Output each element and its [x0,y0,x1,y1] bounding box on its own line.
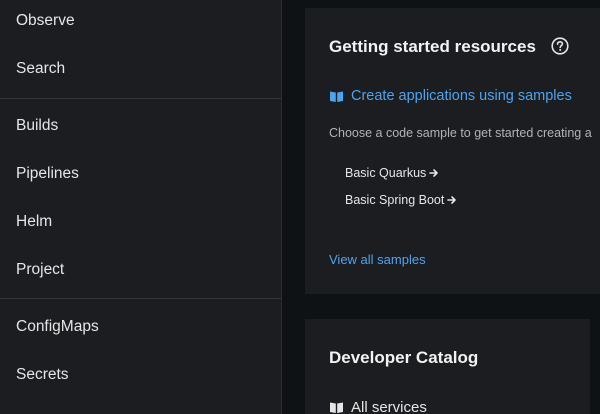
sidebar-item-observe[interactable]: Observe [16,12,75,30]
sample-link-basic-spring-boot[interactable]: Basic Spring Boot [345,193,457,207]
sample-label: Basic Spring Boot [345,193,445,207]
sidebar-item-helm[interactable]: Helm [16,213,52,231]
console-window: Observe Search Builds Pipelines Helm Pro… [0,0,600,414]
create-applications-label: Create applications using samples [351,88,572,104]
arrow-right-icon [447,196,457,204]
all-services-label: All services [351,399,427,414]
sidebar-divider [0,98,281,99]
create-applications-link[interactable]: Create applications using samples [329,88,572,104]
sample-link-basic-quarkus[interactable]: Basic Quarkus [345,166,439,180]
help-icon[interactable] [551,37,569,55]
arrow-right-icon [429,169,439,177]
main-content: Getting started resources Create applica… [283,0,600,414]
sidebar-item-builds[interactable]: Builds [16,117,58,135]
book-icon [330,91,343,102]
samples-description: Choose a code sample to get started crea… [329,126,592,140]
all-services-link[interactable]: All services [329,399,427,414]
view-all-samples-link[interactable]: View all samples [329,252,426,267]
sidebar-item-pipelines[interactable]: Pipelines [16,165,79,183]
developer-catalog-card: Developer Catalog All services [305,319,590,414]
sidebar-item-project[interactable]: Project [16,261,64,279]
getting-started-title: Getting started resources [329,37,536,56]
getting-started-card: Getting started resources Create applica… [305,8,600,294]
sidebar-item-secrets[interactable]: Secrets [16,366,69,384]
sidebar-nav: Observe Search Builds Pipelines Helm Pro… [0,0,282,414]
sample-label: Basic Quarkus [345,166,427,180]
sidebar-divider [0,298,281,299]
sidebar-item-configmaps[interactable]: ConfigMaps [16,318,99,336]
developer-catalog-title: Developer Catalog [329,348,479,367]
sidebar-item-search[interactable]: Search [16,60,65,78]
book-icon [330,402,343,413]
